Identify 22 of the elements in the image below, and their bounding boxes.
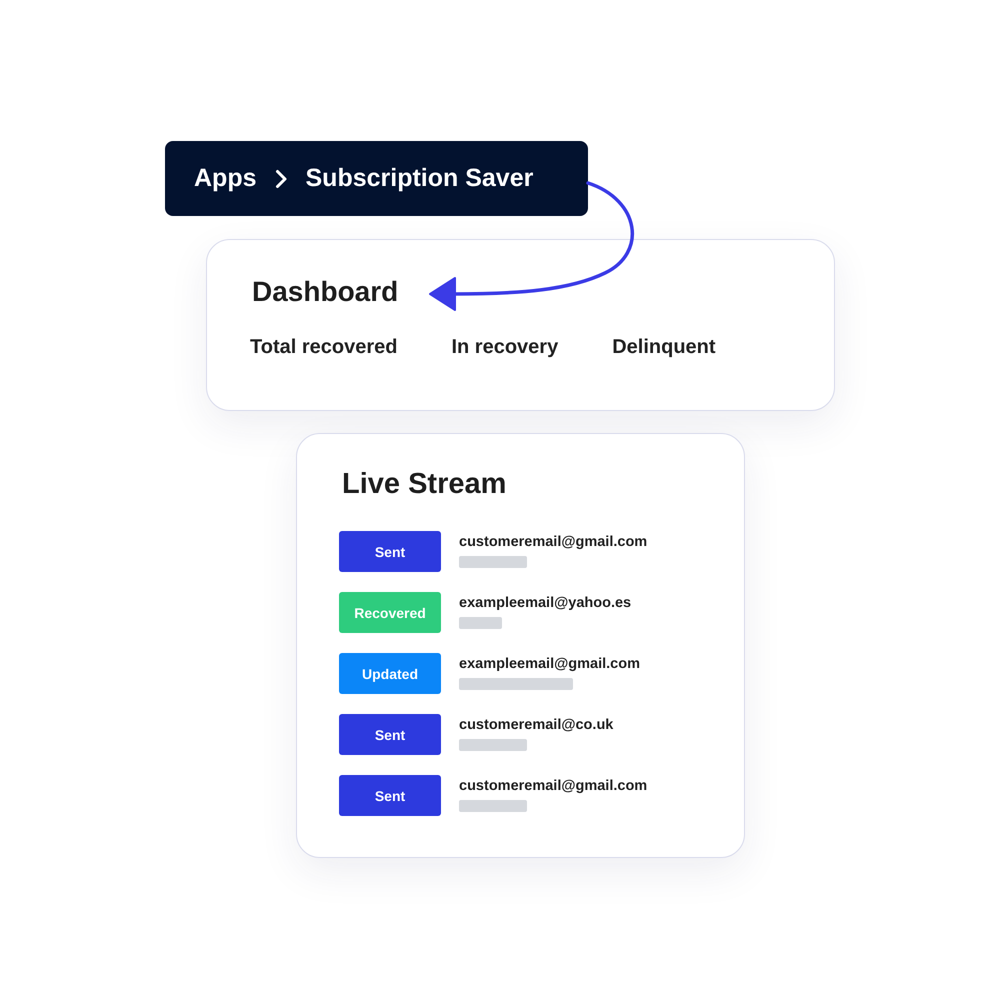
metric-label: Total recovered [250, 336, 398, 359]
status-badge: Sent [339, 714, 441, 755]
email-text: customeremail@gmail.com [459, 778, 648, 794]
placeholder-bar [459, 556, 527, 568]
breadcrumb-link[interactable]: Apps [194, 164, 256, 193]
card-title: Live Stream [342, 468, 506, 501]
email-text: exampleemail@yahoo.es [459, 595, 632, 611]
status-badge: Recovered [339, 592, 441, 633]
placeholder-bar [459, 739, 527, 751]
metric-label: Delinquent [612, 336, 716, 359]
email-text: exampleemail@gmail.com [459, 656, 640, 672]
chevron-right-icon [274, 168, 288, 188]
breadcrumb-current: Subscription Saver [306, 164, 534, 193]
email-text: customeremail@co.uk [459, 717, 614, 733]
placeholder-bar [459, 617, 502, 629]
card-title: Dashboard [252, 276, 398, 308]
placeholder-bar [459, 800, 527, 812]
status-badge: Sent [339, 531, 441, 572]
status-badge: Updated [339, 653, 441, 694]
status-badge: Sent [339, 775, 441, 816]
email-text: customeremail@gmail.com [459, 534, 648, 550]
metric-label: In recovery [451, 336, 558, 359]
